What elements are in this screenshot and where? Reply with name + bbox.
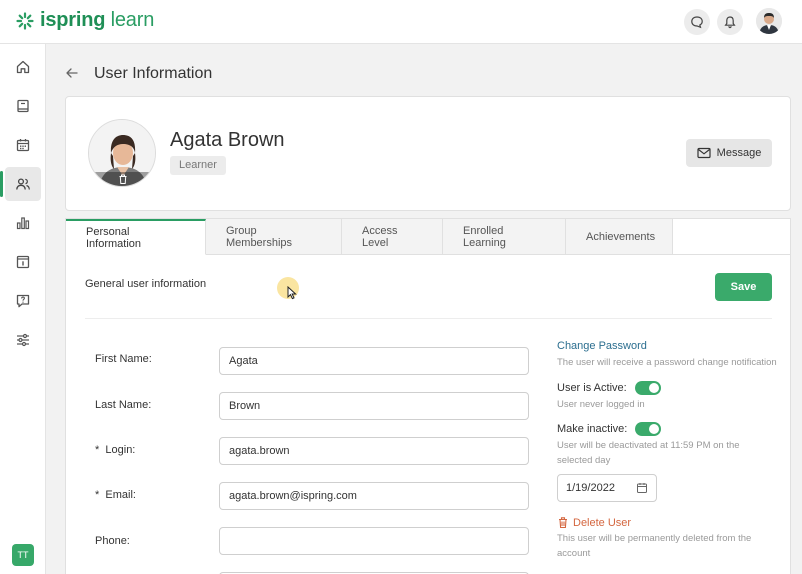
- section-label: General user information: [85, 278, 207, 290]
- calendar-icon: [637, 483, 647, 493]
- active-hint: User never logged in: [557, 399, 645, 410]
- chat-bubble-icon[interactable]: [684, 9, 710, 35]
- email-field[interactable]: [219, 482, 529, 510]
- trash-icon: [559, 517, 567, 529]
- users-icon: [16, 178, 30, 190]
- active-toggle[interactable]: [634, 381, 661, 395]
- logo[interactable]: ispring learn: [16, 9, 154, 32]
- user-avatar[interactable]: [756, 8, 782, 34]
- active-row: User is Active:: [557, 381, 777, 395]
- user-name: Agata Brown: [170, 129, 285, 151]
- profile-photo[interactable]: [88, 119, 156, 187]
- bell-icon[interactable]: [717, 9, 743, 35]
- trash-icon[interactable]: [117, 173, 129, 185]
- tab-group-memberships[interactable]: Group Memberships: [206, 219, 342, 255]
- tab-access-level[interactable]: Access Level: [342, 219, 443, 255]
- save-button[interactable]: Save: [715, 273, 772, 301]
- info-icon: [16, 255, 30, 269]
- message-button[interactable]: Message: [686, 139, 772, 167]
- top-bar: ispring learn: [0, 0, 802, 44]
- sidebar-item-settings[interactable]: [5, 323, 41, 357]
- delete-user-hint: This user will be permanently deleted fr…: [557, 533, 752, 559]
- page-title: User Information: [94, 65, 213, 82]
- sidebar-item-reports[interactable]: [5, 206, 41, 240]
- date-value: 1/19/2022: [566, 482, 615, 494]
- logo-text: ispring learn: [40, 9, 155, 31]
- sidebar: TT: [0, 44, 46, 574]
- chart-icon: [16, 217, 30, 230]
- sidebar-item-home[interactable]: [5, 50, 41, 84]
- sidebar-item-library[interactable]: [5, 89, 41, 123]
- inactive-hint: User will be deactivated at 11:59 PM on …: [557, 440, 740, 466]
- content-panel: Personal Information Group Memberships A…: [65, 218, 791, 574]
- sidebar-item-help[interactable]: [5, 284, 41, 318]
- last-name-label: Last Name:: [95, 399, 152, 411]
- inactive-label: Make inactive:: [557, 423, 628, 435]
- phone-label: Phone:: [95, 535, 130, 547]
- first-name-field[interactable]: [219, 347, 529, 375]
- inactive-toggle[interactable]: [635, 422, 662, 436]
- sidebar-item-users[interactable]: [0, 167, 41, 201]
- profile-card: Agata Brown Learner Message: [65, 96, 791, 211]
- delete-user-label: Delete User: [573, 516, 632, 529]
- book-icon: [17, 99, 29, 113]
- deactivation-date-picker[interactable]: 1/19/2022: [557, 474, 657, 502]
- divider: [85, 318, 772, 319]
- tab-bar: Personal Information Group Memberships A…: [66, 219, 673, 255]
- ispring-logo-icon: [16, 11, 34, 30]
- first-name-label: First Name:: [95, 353, 152, 365]
- change-password-link[interactable]: Change Password: [557, 340, 777, 352]
- question-icon: [16, 294, 30, 308]
- tab-personal-information[interactable]: Personal Information: [66, 219, 206, 255]
- login-label: * Login:: [95, 444, 136, 456]
- role-badge: Learner: [170, 156, 226, 175]
- envelope-icon: [697, 147, 711, 159]
- inactive-row: Make inactive:: [557, 422, 777, 436]
- phone-field[interactable]: [219, 527, 529, 555]
- home-icon: [16, 60, 30, 74]
- email-label: * Email:: [95, 489, 136, 501]
- sidebar-item-calendar[interactable]: [5, 128, 41, 162]
- tab-achievements[interactable]: Achievements: [566, 219, 673, 255]
- active-label: User is Active:: [557, 382, 627, 394]
- delete-user-link[interactable]: Delete User: [557, 516, 777, 529]
- last-name-field[interactable]: [219, 392, 529, 420]
- account-settings: Change Password The user will receive a …: [557, 340, 777, 561]
- sliders-icon: [17, 333, 29, 347]
- tab-bar-filler: [673, 219, 790, 255]
- mouse-cursor-icon: [287, 286, 297, 300]
- change-password-hint: The user will receive a password change …: [557, 357, 777, 368]
- sidebar-item-info[interactable]: [5, 245, 41, 279]
- tab-enrolled-learning[interactable]: Enrolled Learning: [443, 219, 566, 255]
- calendar-icon: [16, 139, 30, 152]
- account-initials-badge[interactable]: TT: [12, 544, 34, 566]
- back-arrow-icon[interactable]: [64, 65, 80, 86]
- login-field[interactable]: [219, 437, 529, 465]
- message-button-label: Message: [716, 147, 762, 159]
